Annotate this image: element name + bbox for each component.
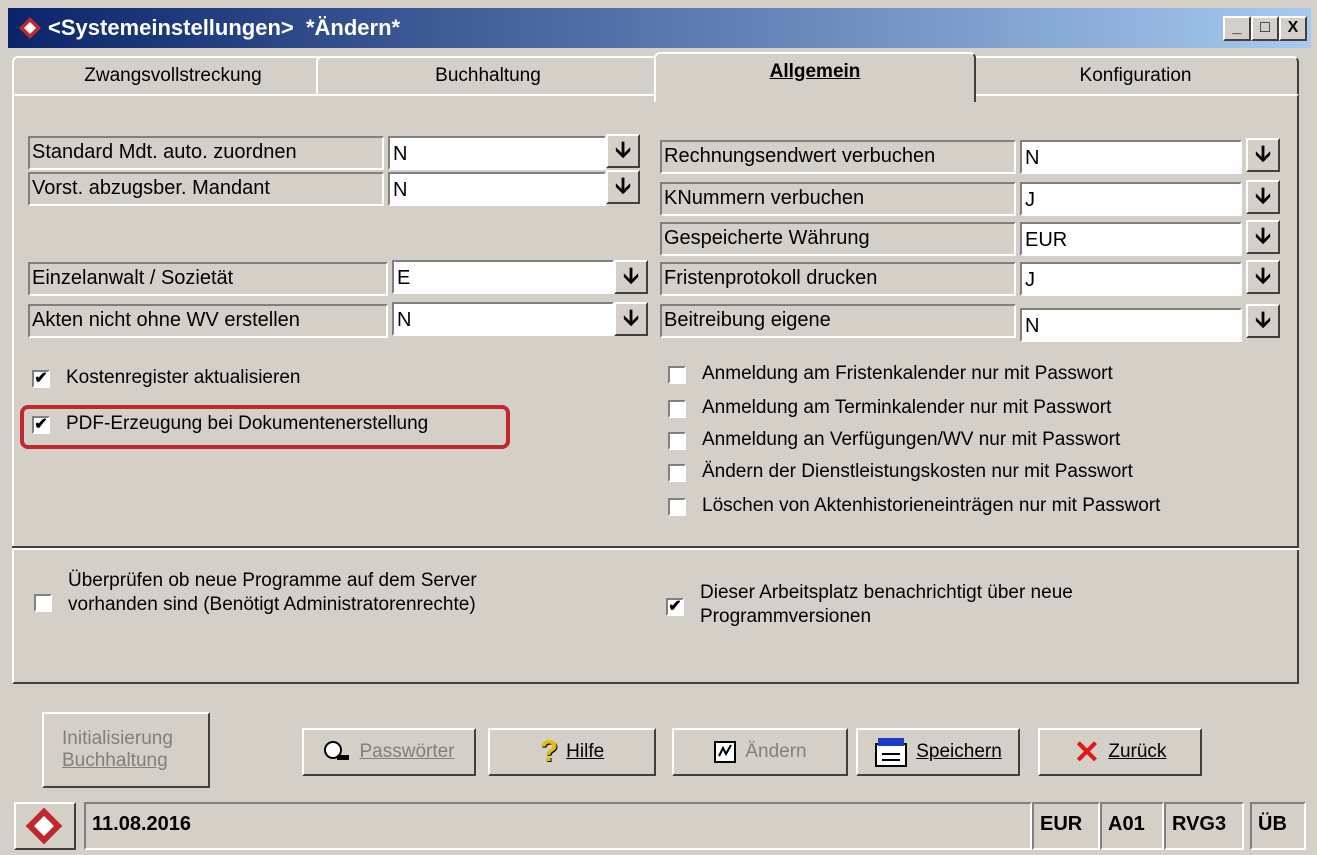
window-title: <Systemeinstellungen> *Ändern* xyxy=(48,15,401,40)
status-logo-button[interactable] xyxy=(14,802,76,850)
status-code-a01: A01 xyxy=(1100,802,1164,850)
dropdown-arrow-icon[interactable]: 🡫 xyxy=(1246,260,1280,294)
init-buchhaltung-button[interactable]: Initialisierung Buchhaltung xyxy=(42,712,210,788)
field-value-standard-mdt[interactable]: N xyxy=(388,136,606,170)
checkbox-pdf-erzeugung[interactable]: ✔ xyxy=(32,416,50,434)
field-label-fristenprotokoll: Fristenprotokoll drucken xyxy=(660,262,1016,296)
dropdown-arrow-icon[interactable]: 🡫 xyxy=(1246,304,1280,338)
checkbox-label-fristenkalender: Anmeldung am Fristenkalender nur mit Pas… xyxy=(702,363,1113,384)
checkbox-label-aktenhistorie: Löschen von Aktenhistorieneinträgen nur … xyxy=(702,495,1161,516)
init-buchhaltung-line2: Buchhaltung xyxy=(62,750,168,771)
field-label-einzelanwalt: Einzelanwalt / Sozietät xyxy=(28,262,388,296)
field-value-beitreibung-eigene[interactable]: N xyxy=(1020,308,1242,342)
app-logo-icon xyxy=(19,17,41,39)
dropdown-arrow-icon[interactable]: 🡫 xyxy=(614,302,648,336)
field-value-fristenprotokoll[interactable]: J xyxy=(1020,262,1242,296)
dropdown-arrow-icon[interactable]: 🡫 xyxy=(614,260,648,294)
field-value-vorst-abzugsber[interactable]: N xyxy=(388,172,606,206)
title-bar[interactable]: <Systemeinstellungen> *Ändern* _ □ X xyxy=(8,8,1311,48)
checkbox-label-server-update-1: Überprüfen ob neue Programme auf dem Ser… xyxy=(68,570,477,591)
checkbox-label-pdf-erzeugung: PDF-Erzeugung bei Dokumentenerstellung xyxy=(66,413,429,434)
checkbox-terminkalender[interactable] xyxy=(668,400,686,418)
change-label: Ändern xyxy=(745,741,807,762)
minimize-button[interactable]: _ xyxy=(1223,16,1251,41)
dropdown-arrow-icon[interactable]: 🡫 xyxy=(1246,180,1280,214)
field-value-knummern[interactable]: J xyxy=(1020,182,1242,216)
checkbox-dienstleistungskosten[interactable] xyxy=(668,464,686,482)
checkbox-label-terminkalender: Anmeldung am Terminkalender nur mit Pass… xyxy=(702,397,1112,418)
maximize-button[interactable]: □ xyxy=(1251,16,1279,41)
status-code-rvg3: RVG3 xyxy=(1164,802,1244,850)
checkbox-label-verfuegungen: Anmeldung an Verfügungen/WV nur mit Pass… xyxy=(702,429,1121,450)
field-value-einzelanwalt[interactable]: E xyxy=(392,260,614,294)
checkbox-fristenkalender[interactable] xyxy=(668,366,686,384)
dropdown-arrow-icon[interactable]: 🡫 xyxy=(606,170,640,204)
edit-icon xyxy=(714,741,737,763)
help-label: Hilfe xyxy=(566,741,605,762)
checkbox-aktenhistorie[interactable] xyxy=(668,498,686,516)
checkbox-kostenregister[interactable]: ✔ xyxy=(32,370,50,388)
checkbox-verfuegungen[interactable] xyxy=(668,432,686,450)
field-label-knummern: KNummern verbuchen xyxy=(660,182,1016,216)
status-date: 11.08.2016 xyxy=(84,802,1032,850)
passwords-button[interactable]: Passwörter xyxy=(302,728,476,776)
checkbox-label-notify-2: Programmversionen xyxy=(700,606,872,627)
init-buchhaltung-line1: Initialisierung xyxy=(62,728,173,749)
tab-buchhaltung[interactable]: Buchhaltung xyxy=(316,56,660,96)
passwords-label: Passwörter xyxy=(359,741,455,762)
red-x-icon: ✕ xyxy=(1073,734,1101,770)
save-button[interactable]: Speichern xyxy=(856,728,1020,776)
app-logo-icon xyxy=(25,807,63,845)
checkbox-label-server-update-2: vorhanden sind (Benötigt Administratoren… xyxy=(68,594,476,615)
field-label-vorst-abzugsber: Vorst. abzugsber. Mandant xyxy=(28,172,384,206)
checkbox-server-update[interactable] xyxy=(34,594,52,612)
status-code-ueb: ÜB xyxy=(1250,802,1306,850)
checkbox-notify-versions[interactable]: ✔ xyxy=(666,598,684,616)
key-icon xyxy=(324,741,350,760)
field-label-gespeicherte-waehrung: Gespeicherte Währung xyxy=(660,222,1016,256)
back-button[interactable]: ✕ Zurück xyxy=(1038,728,1202,776)
close-button[interactable]: X xyxy=(1279,16,1307,41)
tab-konfiguration[interactable]: Konfiguration xyxy=(972,56,1299,96)
question-mark-icon: ? xyxy=(539,735,559,768)
dropdown-arrow-icon[interactable]: 🡫 xyxy=(1246,220,1280,254)
status-currency: EUR xyxy=(1032,802,1100,850)
field-label-standard-mdt: Standard Mdt. auto. zuordnen xyxy=(28,136,384,170)
section-divider xyxy=(12,546,1299,550)
change-button[interactable]: Ändern xyxy=(672,728,848,776)
save-icon xyxy=(875,738,908,767)
field-value-akten-nicht-ohne-wv[interactable]: N xyxy=(392,302,614,336)
checkbox-label-kostenregister: Kostenregister aktualisieren xyxy=(66,367,301,388)
field-value-rechnungsendwert[interactable]: N xyxy=(1020,140,1242,174)
save-label: Speichern xyxy=(916,741,1002,762)
back-label: Zurück xyxy=(1108,741,1167,762)
field-value-gespeicherte-waehrung[interactable]: EUR xyxy=(1020,222,1242,256)
checkbox-label-notify-1: Dieser Arbeitsplatz benachrichtigt über … xyxy=(700,582,1073,603)
field-label-rechnungsendwert: Rechnungsendwert verbuchen xyxy=(660,140,1016,174)
checkbox-label-dienstleistungskosten: Ändern der Dienstleistungskosten nur mit… xyxy=(702,461,1133,482)
field-label-akten-nicht-ohne-wv: Akten nicht ohne WV erstellen xyxy=(28,304,388,338)
dropdown-arrow-icon[interactable]: 🡫 xyxy=(606,134,640,168)
dropdown-arrow-icon[interactable]: 🡫 xyxy=(1246,138,1280,172)
field-label-beitreibung-eigene: Beitreibung eigene xyxy=(660,304,1016,338)
tab-zwangsvollstreckung[interactable]: Zwangsvollstreckung xyxy=(12,56,334,96)
tab-allgemein[interactable]: Allgemein xyxy=(654,52,976,102)
settings-window: <Systemeinstellungen> *Ändern* _ □ X Zwa… xyxy=(0,0,1317,855)
help-button[interactable]: ? Hilfe xyxy=(488,728,656,776)
